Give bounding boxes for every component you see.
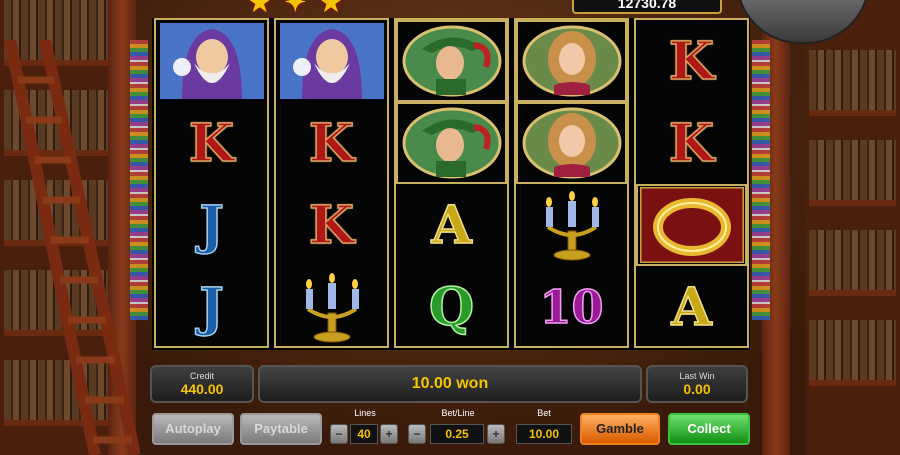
gamble-button[interactable]: Gamble [580,413,660,445]
ring-icon [639,187,744,263]
symbol-k: K [636,20,747,102]
symbol-text: K [668,112,715,175]
symbol-q: Q [396,266,507,348]
symbol-k: K [276,184,387,266]
symbol-text: 10 [539,279,605,335]
symbol-10: 10 [516,266,627,348]
last-win-display: Last Win 0.00 [646,365,748,403]
symbol-j: J [156,184,267,266]
symbol-text: K [188,112,235,175]
lady-symbol [516,102,627,184]
candelabra-icon [545,191,599,261]
wizard-icon [159,23,264,99]
bet-value: 10.00 [516,424,572,444]
symbol-text: K [308,112,355,175]
symbol-text: A [431,194,473,257]
hero-icon [402,107,501,179]
wizard-symbol [276,20,387,102]
wizard-symbol [156,20,267,102]
credit-label: Credit [189,371,214,381]
symbol-k: K [276,102,387,184]
hero-symbol [396,20,507,102]
reel-area: K J J K K A Q 10 K K A [152,18,750,350]
symbol-k: K [156,102,267,184]
collect-button[interactable]: Collect [668,413,750,445]
candelabra-symbol [516,184,627,266]
candelabra-icon [305,273,359,343]
left-line-indicator [130,40,148,320]
lady-icon [522,107,621,179]
bet-label: Bet [537,408,551,418]
symbol-text: J [198,194,224,257]
symbol-a: A [636,266,747,348]
ring-symbol [636,184,747,266]
lines-minus-button[interactable]: − [330,424,348,444]
symbol-j: J [156,266,267,348]
reel-2: KK [274,18,389,348]
candelabra-symbol [276,266,387,348]
hero-symbol [396,102,507,184]
symbol-k: K [636,102,747,184]
right-line-indicator [752,40,770,320]
game-logo: ★ ✦ ★ [248,0,568,12]
last-win-label: Last Win [679,371,715,381]
win-message: 10.00 won [258,365,642,403]
lady-symbol [516,20,627,102]
symbol-text: K [668,30,715,93]
lines-plus-button[interactable]: + [380,424,398,444]
betline-label: Bet/Line [441,408,475,418]
symbol-text: A [671,276,713,339]
lines-value: 40 [350,424,378,444]
symbol-text: K [308,194,355,257]
symbol-text: Q [428,276,475,339]
lady-icon [522,25,621,97]
symbol-text: J [198,276,224,339]
autoplay-button[interactable]: Autoplay [152,413,234,445]
reel-3: AQ [394,18,509,348]
credit-value: 440.00 [180,381,224,397]
wizard-icon [279,23,384,99]
paytable-button[interactable]: Paytable [240,413,322,445]
left-bookshelf [0,0,120,455]
lines-label: Lines [354,408,376,418]
jackpot-display: 12730.78 [572,0,722,14]
hero-icon [402,25,501,97]
right-bookshelf [805,0,900,455]
reel-4: 10 [514,18,629,348]
reel-5: KK A [634,18,749,348]
last-win-value: 0.00 [683,381,711,397]
reel-1: KJJ [154,18,269,348]
betline-minus-button[interactable]: − [408,424,426,444]
credit-display: Credit 440.00 [150,365,254,403]
betline-value: 0.25 [430,424,484,444]
symbol-a: A [396,184,507,266]
betline-plus-button[interactable]: + [487,424,505,444]
